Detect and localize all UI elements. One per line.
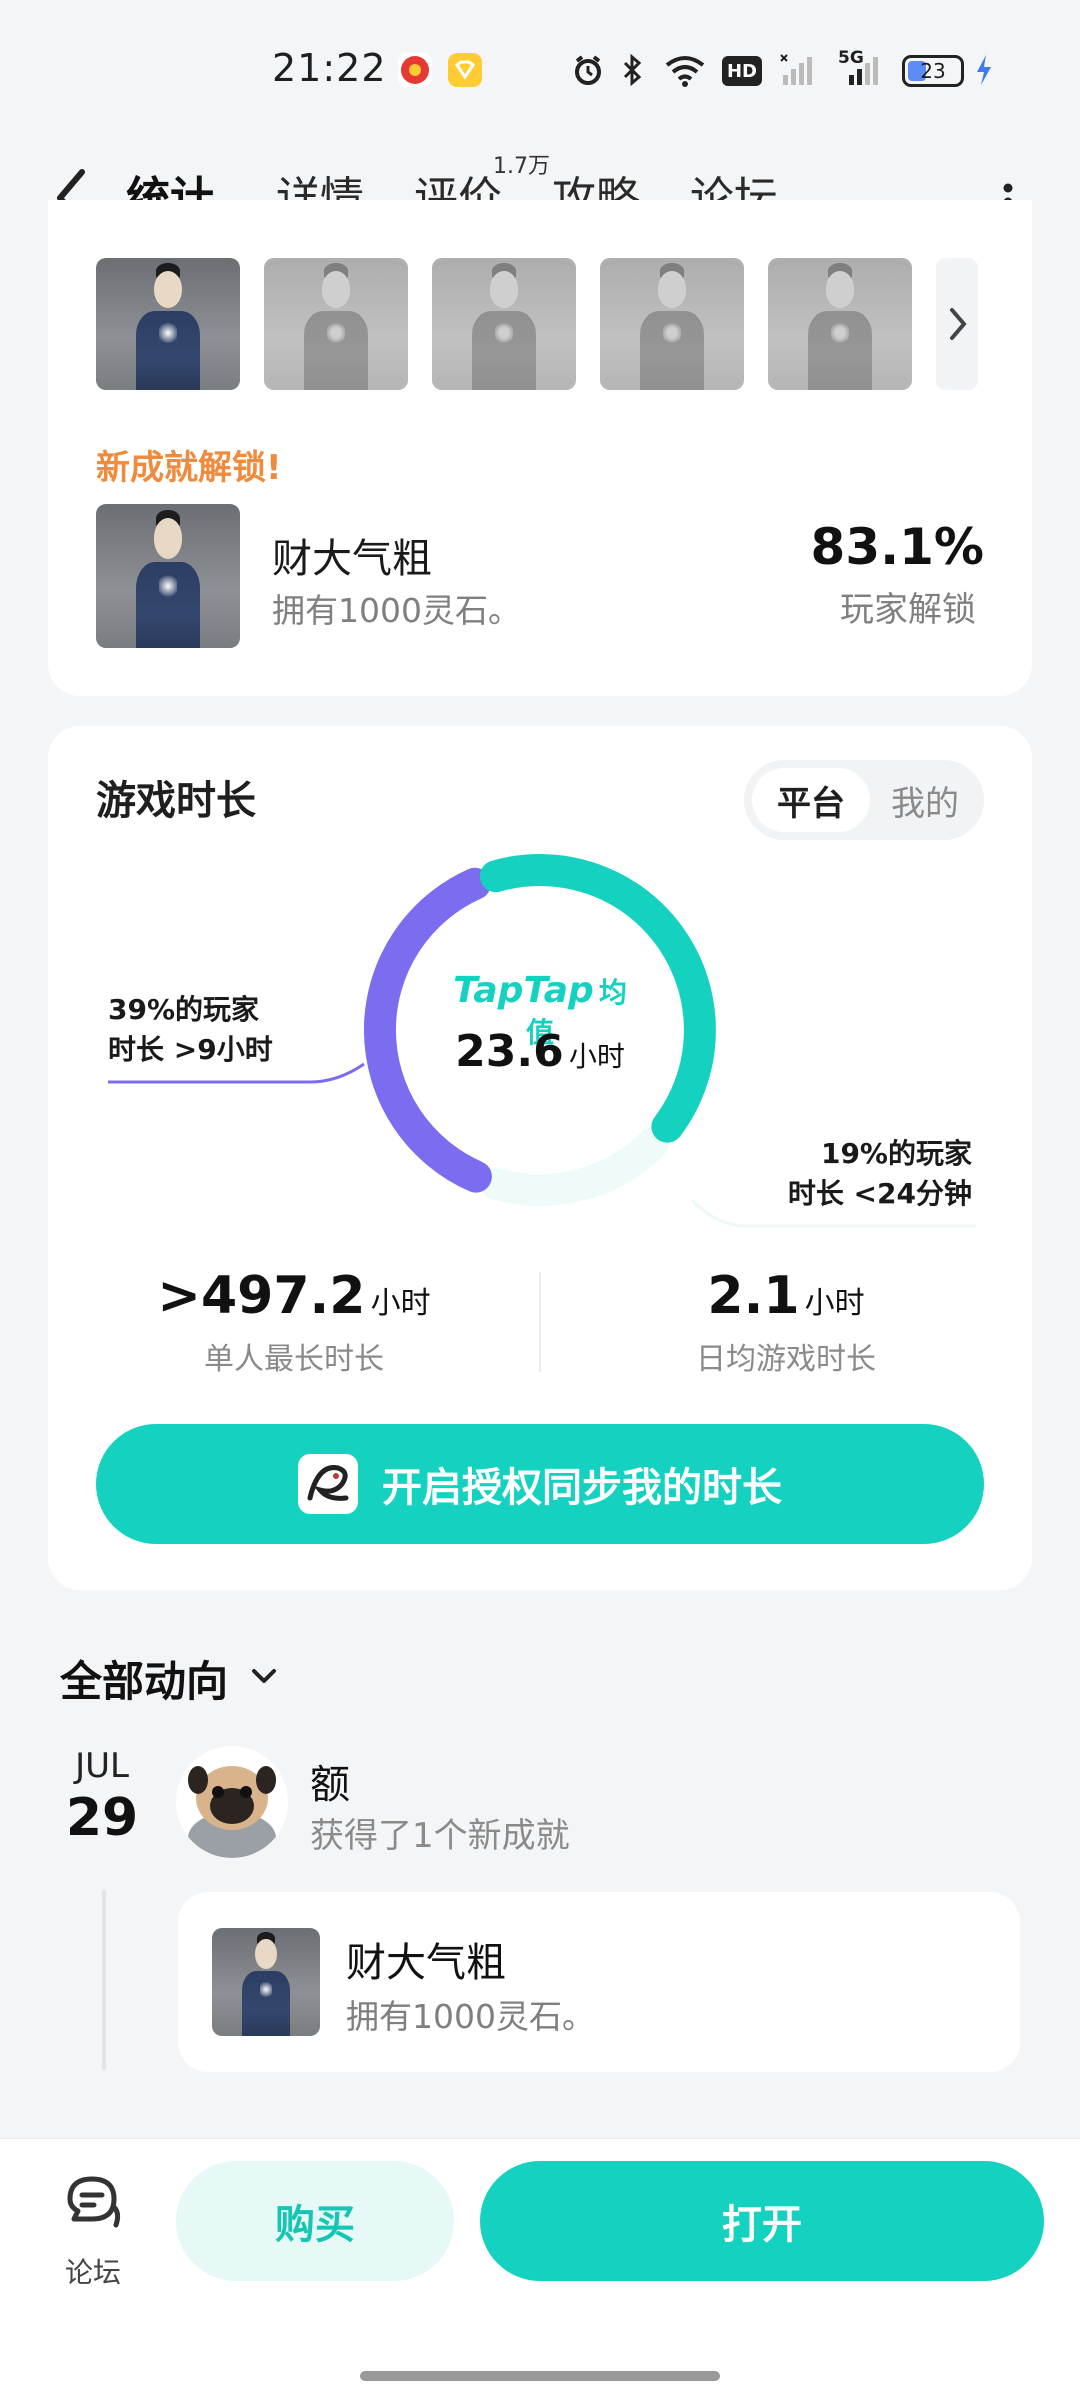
feed-username[interactable]: 额 bbox=[310, 1752, 350, 1810]
sync-playtime-button[interactable]: 开启授权同步我的时长 bbox=[96, 1424, 984, 1544]
daily-playtime-label: 日均游戏时长 bbox=[696, 1342, 876, 1377]
feed-filter[interactable]: 全部动向 bbox=[60, 1648, 282, 1708]
new-achievement-title: 新成就解锁! bbox=[96, 448, 282, 488]
feed-achievement-icon bbox=[212, 1928, 320, 2036]
forum-shortcut[interactable]: 论坛 bbox=[40, 2173, 146, 2303]
app-notification-icon bbox=[398, 53, 432, 87]
feed-action: 获得了1个新成就 bbox=[310, 1816, 570, 1856]
buy-button[interactable]: 购买 bbox=[176, 2161, 454, 2281]
achievement-thumb-locked[interactable] bbox=[600, 258, 744, 390]
feed-date: JUL 29 bbox=[65, 1746, 139, 1848]
achievement-unlock-label: 玩家解锁 bbox=[840, 590, 976, 630]
achievement-strip-next-button[interactable] bbox=[936, 258, 978, 390]
max-playtime-label: 单人最长时长 bbox=[204, 1342, 384, 1377]
charging-icon bbox=[972, 52, 996, 88]
feed-title: 全部动向 bbox=[60, 1656, 229, 1706]
feed-achievement-desc: 拥有1000灵石。 bbox=[346, 1997, 595, 2036]
forum-icon bbox=[62, 2173, 124, 2237]
review-count-badge: 1.7万 bbox=[493, 154, 550, 179]
achievement-thumb[interactable] bbox=[96, 258, 240, 390]
donut-segment-short bbox=[481, 1127, 669, 1206]
left-note: 39%的玩家 时长 >9小时 bbox=[108, 993, 273, 1066]
wifi-icon bbox=[662, 52, 708, 88]
app-notification-icon-2 bbox=[448, 53, 482, 87]
achievement-name: 财大气粗 bbox=[272, 536, 432, 582]
signal-icon-2: 5G bbox=[834, 48, 886, 88]
achievement-desc: 拥有1000灵石。 bbox=[272, 591, 521, 630]
bottom-action-bar: 论坛 购买 打开 bbox=[0, 2138, 1080, 2400]
average-playtime: 23.6 小时 bbox=[455, 1026, 625, 1077]
achievement-card: 新成就解锁! 财大气粗 拥有1000灵石。 83.1% 玩家解锁 bbox=[48, 200, 1032, 696]
chevron-down-icon bbox=[246, 1658, 282, 1698]
right-note: 19%的玩家 时长 <24分钟 bbox=[787, 1137, 972, 1210]
forum-label: 论坛 bbox=[64, 2256, 121, 2289]
playtime-card: 游戏时长 平台 我的 TapTap 均值 23.6 小时 39%的玩家 时长 >… bbox=[48, 726, 1032, 1590]
feed-achievement-name: 财大气粗 bbox=[346, 1940, 506, 1986]
achievement-thumb-locked[interactable] bbox=[264, 258, 408, 390]
bluetooth-icon bbox=[618, 52, 648, 88]
max-playtime: >497.2 小时 bbox=[157, 1266, 431, 1326]
battery-indicator: 23 bbox=[902, 55, 964, 87]
status-bar: 21:22 HD 5G 23 bbox=[0, 0, 1080, 140]
achievement-unlock-percent: 83.1% bbox=[810, 518, 984, 576]
hd-badge: HD bbox=[722, 56, 762, 86]
user-avatar[interactable] bbox=[176, 1746, 288, 1858]
achievement-thumb-locked[interactable] bbox=[768, 258, 912, 390]
open-button[interactable]: 打开 bbox=[480, 2161, 1044, 2281]
feed-timeline-line bbox=[102, 1890, 106, 2070]
achievement-strip bbox=[96, 258, 1032, 390]
achievement-icon bbox=[96, 504, 240, 648]
alarm-icon bbox=[570, 52, 606, 88]
achievement-thumb-locked[interactable] bbox=[432, 258, 576, 390]
daily-playtime: 2.1 小时 bbox=[707, 1266, 865, 1326]
home-indicator bbox=[360, 2371, 720, 2381]
game-app-icon bbox=[298, 1454, 358, 1514]
status-time: 21:22 bbox=[272, 46, 387, 90]
signal-icon-1 bbox=[778, 52, 818, 88]
feed-achievement-card[interactable]: 财大气粗 拥有1000灵石。 bbox=[178, 1892, 1020, 2072]
